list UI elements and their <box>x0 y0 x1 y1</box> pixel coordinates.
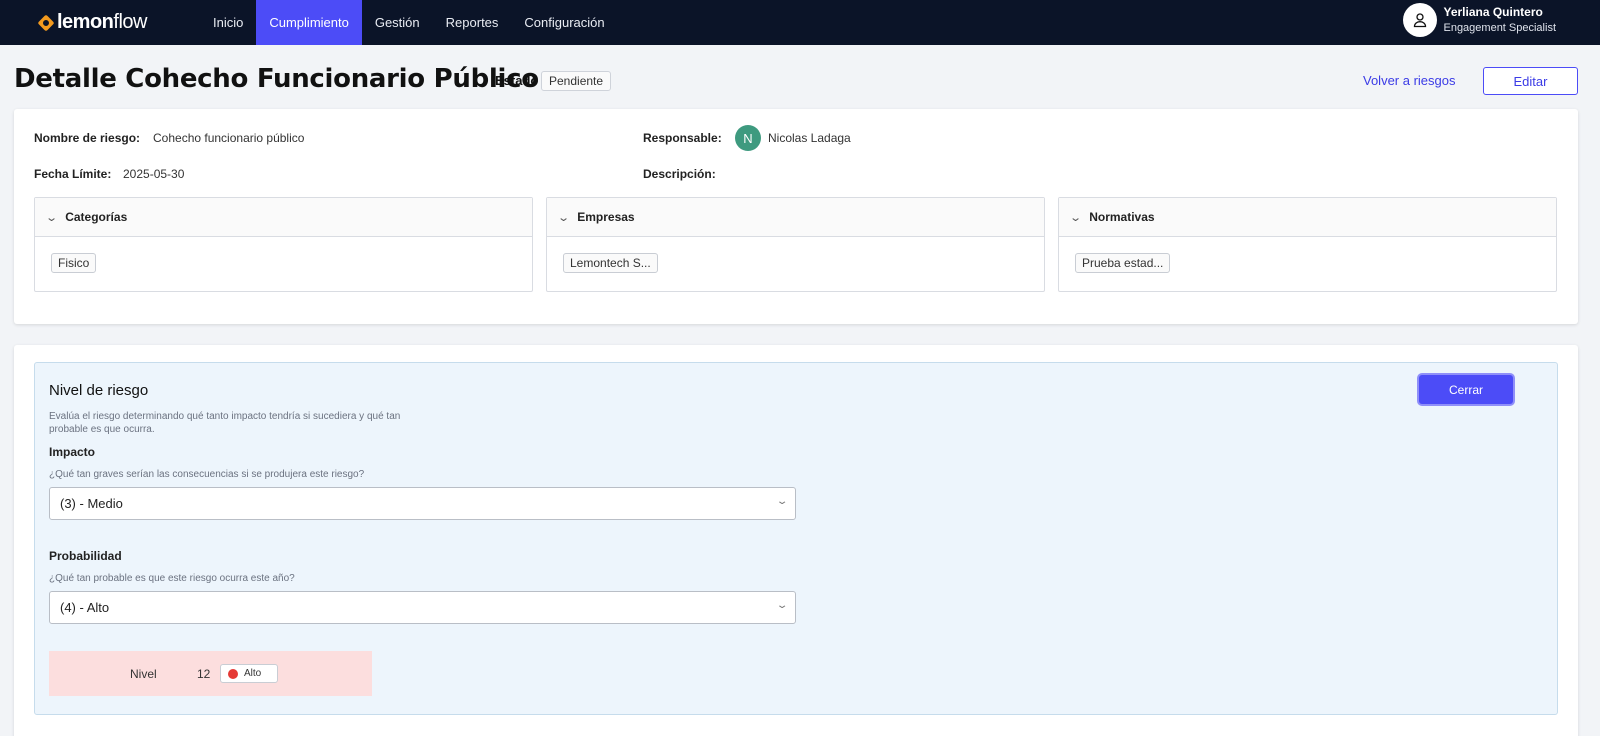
estado-label: Estado <box>495 73 539 88</box>
chevron-down-icon: ⌄ <box>45 211 59 224</box>
risk-level-section: Nivel de riesgo Evalúa el riesgo determi… <box>34 362 1558 715</box>
risk-level-card: Nivel de riesgo Evalúa el riesgo determi… <box>14 345 1578 736</box>
user-name: Yerliana Quintero <box>1443 5 1543 19</box>
risk-level-title: Nivel de riesgo <box>49 382 149 399</box>
chevron-down-icon: ⌄ <box>557 211 571 224</box>
edit-button[interactable]: Editar <box>1483 67 1578 95</box>
panel-title: Empresas <box>577 210 635 224</box>
regulation-tag: Prueba estad... <box>1075 253 1171 273</box>
due-date-label: Fecha Límite: <box>34 167 112 181</box>
status-badge: Pendiente <box>541 71 612 91</box>
nav-item-inicio[interactable]: Inicio <box>200 0 256 45</box>
impact-label: Impacto <box>49 445 96 459</box>
probability-question: ¿Qué tan probable es que este riesgo ocu… <box>49 573 295 584</box>
nav-item-reportes[interactable]: Reportes <box>433 0 512 45</box>
nav-item-gestion[interactable]: Gestión <box>362 0 433 45</box>
description-label: Descripción: <box>643 167 716 181</box>
user-icon <box>1403 3 1438 37</box>
avatar: N <box>735 125 761 151</box>
chevron-down-icon: ⌄ <box>775 496 789 507</box>
status-dot-icon <box>228 668 238 679</box>
page-title: Detalle Cohecho Funcionario Público <box>14 64 539 94</box>
regulations-panel: ⌄ Normativas Prueba estad... <box>1058 197 1557 292</box>
owner-name: Nicolas Ladaga <box>768 131 851 145</box>
chevron-down-icon: ⌄ <box>775 600 789 611</box>
panel-title: Normativas <box>1089 210 1155 224</box>
chevron-down-icon: ⌄ <box>1069 211 1083 224</box>
user-menu[interactable]: Yerliana Quintero Engagement Specialist <box>1403 3 1556 37</box>
logo-icon <box>37 14 55 31</box>
panel-title: Categorías <box>65 210 128 224</box>
lemonflow-logo[interactable]: lemon flow <box>0 0 200 45</box>
user-role: Engagement Specialist <box>1443 22 1556 34</box>
probability-label: Probabilidad <box>49 549 122 563</box>
regulations-panel-header[interactable]: ⌄ Normativas <box>1059 198 1556 237</box>
risk-details-card: Nombre de riesgo: Cohecho funcionario pú… <box>14 109 1578 324</box>
risk-level-result: Nivel 12 Alto <box>49 651 372 696</box>
impact-select-value: (3) - Medio <box>60 496 123 511</box>
category-tag: Fisico <box>51 253 97 273</box>
nav-item-cumplimiento[interactable]: Cumplimiento <box>256 0 362 45</box>
level-score: 12 <box>197 667 211 681</box>
top-navbar: lemon flow Inicio Cumplimiento Gestión Re… <box>0 0 1600 45</box>
nav-menu: Inicio Cumplimiento Gestión Reportes Con… <box>200 0 618 45</box>
nav-item-configuracion[interactable]: Configuración <box>511 0 617 45</box>
impact-select[interactable]: (3) - Medio ⌄ <box>49 487 796 520</box>
due-date-value: 2025-05-30 <box>123 167 185 181</box>
level-badge: Alto <box>220 664 278 683</box>
companies-panel-header[interactable]: ⌄ Empresas <box>547 198 1044 237</box>
level-label: Nivel <box>130 667 157 681</box>
level-badge-text: Alto <box>244 668 262 679</box>
risk-level-description: Evalúa el riesgo determinando qué tanto … <box>49 411 401 435</box>
owner-label: Responsable: <box>643 131 722 145</box>
close-button[interactable]: Cerrar <box>1419 375 1513 404</box>
logo-text-suffix: flow <box>113 11 147 33</box>
back-to-risks-link[interactable]: Volver a riesgos <box>1363 73 1456 88</box>
risk-name-label: Nombre de riesgo: <box>34 131 141 145</box>
probability-select[interactable]: (4) - Alto ⌄ <box>49 591 796 624</box>
companies-panel: ⌄ Empresas Lemontech S... <box>546 197 1045 292</box>
categories-panel-header[interactable]: ⌄ Categorías <box>35 198 532 237</box>
impact-question: ¿Qué tan graves serían las consecuencias… <box>49 469 365 480</box>
risk-name-value: Cohecho funcionario público <box>153 131 305 145</box>
probability-select-value: (4) - Alto <box>60 600 110 615</box>
categories-panel: ⌄ Categorías Fisico <box>34 197 533 292</box>
company-tag: Lemontech S... <box>563 253 658 273</box>
logo-text-prefix: lemon <box>57 11 114 33</box>
